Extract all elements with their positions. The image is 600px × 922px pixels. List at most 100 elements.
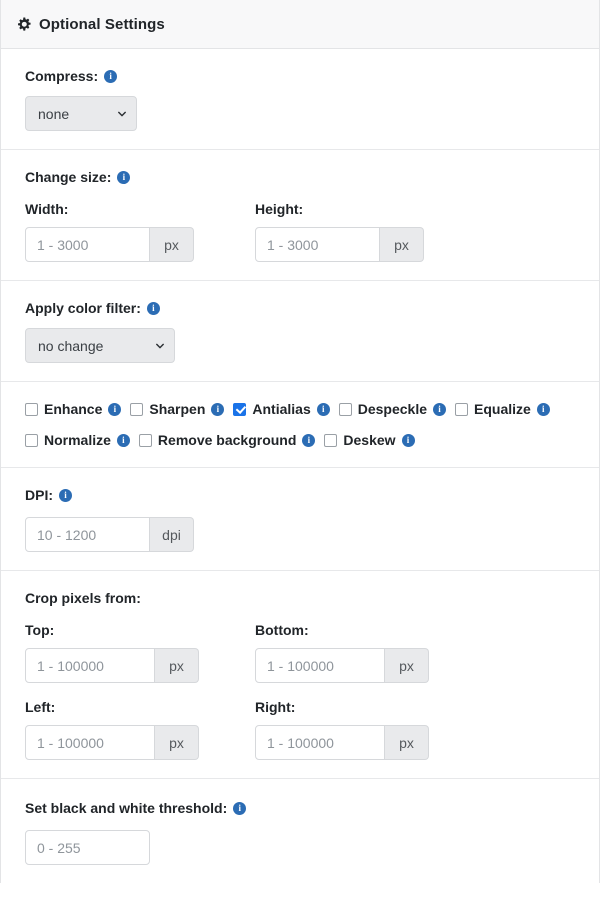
threshold-input[interactable] bbox=[25, 830, 150, 865]
checkbox-deskew[interactable] bbox=[324, 433, 338, 447]
dpi-unit-suffix: dpi bbox=[150, 517, 194, 552]
crop-top-group: Top: px bbox=[25, 621, 231, 683]
info-icon[interactable]: i bbox=[401, 433, 415, 447]
crop-right-input-group: px bbox=[255, 725, 429, 760]
gear-icon bbox=[17, 17, 31, 31]
width-field-group: Width: px bbox=[25, 200, 231, 262]
checkbox-label-antialias: Antialias bbox=[252, 401, 311, 417]
threshold-label-row: Set black and white threshold: i bbox=[25, 799, 575, 817]
height-label: Height: bbox=[255, 201, 304, 217]
info-icon[interactable]: i bbox=[211, 402, 225, 416]
width-input-group: px bbox=[25, 227, 194, 262]
crop-left-unit-suffix: px bbox=[155, 725, 199, 760]
checkbox-antialias[interactable] bbox=[233, 402, 247, 416]
section-crop: Crop pixels from: Top: px Bottom: px Lef… bbox=[1, 571, 599, 779]
width-input[interactable] bbox=[25, 227, 150, 262]
checkbox-item-deskew[interactable]: Deskew i bbox=[324, 429, 415, 451]
crop-left-input[interactable] bbox=[25, 725, 155, 760]
info-icon[interactable]: i bbox=[104, 69, 118, 83]
checkbox-label-equalize: Equalize bbox=[474, 401, 531, 417]
checkbox-item-enhance[interactable]: Enhance i bbox=[25, 398, 122, 420]
info-icon[interactable]: i bbox=[302, 433, 316, 447]
section-image-toggles: Enhance i Sharpen i Antialias i Despeckl… bbox=[1, 382, 599, 468]
compress-label-row: Compress: i bbox=[25, 67, 575, 85]
crop-bottom-input-group: px bbox=[255, 648, 429, 683]
compress-label: Compress: bbox=[25, 68, 99, 84]
crop-right-label: Right: bbox=[255, 699, 296, 715]
threshold-label: Set black and white threshold: bbox=[25, 800, 228, 816]
height-unit-suffix: px bbox=[380, 227, 424, 262]
checkbox-label-normalize: Normalize bbox=[44, 432, 111, 448]
checkbox-enhance[interactable] bbox=[25, 402, 38, 416]
section-color-filter: Apply color filter: i no change bbox=[1, 281, 599, 382]
info-icon[interactable]: i bbox=[146, 301, 160, 315]
height-input[interactable] bbox=[255, 227, 380, 262]
crop-title: Crop pixels from: bbox=[25, 590, 141, 606]
checkbox-item-remove-background[interactable]: Remove background i bbox=[138, 429, 316, 451]
checkbox-item-antialias[interactable]: Antialias i bbox=[233, 398, 330, 420]
optional-settings-panel: Optional Settings Compress: i none Chang… bbox=[0, 0, 600, 883]
checkbox-item-equalize[interactable]: Equalize i bbox=[455, 398, 550, 420]
color-filter-select-wrap: no change bbox=[25, 328, 175, 363]
compress-select-value: none bbox=[38, 105, 70, 122]
checkbox-label-sharpen: Sharpen bbox=[149, 401, 206, 417]
info-icon[interactable]: i bbox=[117, 170, 131, 184]
checkbox-item-despeckle[interactable]: Despeckle i bbox=[338, 398, 447, 420]
crop-bottom-input[interactable] bbox=[255, 648, 385, 683]
panel-header: Optional Settings bbox=[1, 0, 599, 49]
crop-right-unit-suffix: px bbox=[385, 725, 429, 760]
width-label: Width: bbox=[25, 201, 69, 217]
crop-row-left-right: Left: px Right: px bbox=[25, 698, 575, 760]
crop-bottom-label: Bottom: bbox=[255, 622, 309, 638]
dpi-input[interactable] bbox=[25, 517, 150, 552]
height-field-group: Height: px bbox=[255, 200, 461, 262]
checkbox-normalize[interactable] bbox=[25, 433, 38, 447]
info-icon[interactable]: i bbox=[316, 402, 330, 416]
crop-left-input-group: px bbox=[25, 725, 199, 760]
section-dpi: DPI: i dpi bbox=[1, 468, 599, 571]
color-filter-label-row: Apply color filter: i bbox=[25, 299, 575, 317]
width-unit-suffix: px bbox=[150, 227, 194, 262]
section-threshold: Set black and white threshold: i bbox=[1, 779, 599, 883]
checkbox-item-sharpen[interactable]: Sharpen i bbox=[130, 398, 225, 420]
checkbox-remove-background[interactable] bbox=[138, 433, 152, 447]
dpi-input-group: dpi bbox=[25, 517, 194, 552]
crop-top-label: Top: bbox=[25, 622, 55, 638]
checkbox-despeckle[interactable] bbox=[338, 402, 352, 416]
section-change-size: Change size: i Width: px Height: px bbox=[1, 150, 599, 281]
crop-left-label: Left: bbox=[25, 699, 56, 715]
info-icon[interactable]: i bbox=[536, 402, 550, 416]
page-title: Optional Settings bbox=[39, 15, 165, 33]
crop-bottom-group: Bottom: px bbox=[255, 621, 461, 683]
crop-bottom-unit-suffix: px bbox=[385, 648, 429, 683]
color-filter-select[interactable]: no change bbox=[25, 328, 175, 363]
info-icon[interactable]: i bbox=[233, 801, 247, 815]
color-filter-select-value: no change bbox=[38, 337, 104, 354]
toggle-row-2: Normalize i Remove background i Deskew i bbox=[25, 429, 575, 451]
height-input-group: px bbox=[255, 227, 424, 262]
checkbox-equalize[interactable] bbox=[455, 402, 469, 416]
toggle-row-1: Enhance i Sharpen i Antialias i Despeckl… bbox=[25, 398, 575, 420]
compress-select-wrap: none bbox=[25, 96, 137, 131]
crop-top-input-group: px bbox=[25, 648, 199, 683]
crop-right-group: Right: px bbox=[255, 698, 461, 760]
crop-left-group: Left: px bbox=[25, 698, 231, 760]
crop-right-input[interactable] bbox=[255, 725, 385, 760]
checkbox-sharpen[interactable] bbox=[130, 402, 144, 416]
checkbox-label-despeckle: Despeckle bbox=[357, 401, 428, 417]
crop-top-input[interactable] bbox=[25, 648, 155, 683]
dpi-label-row: DPI: i bbox=[25, 486, 575, 504]
info-icon[interactable]: i bbox=[116, 433, 130, 447]
checkbox-label-remove-background: Remove background bbox=[157, 432, 297, 448]
info-icon[interactable]: i bbox=[433, 402, 447, 416]
compress-select[interactable]: none bbox=[25, 96, 137, 131]
info-icon[interactable]: i bbox=[108, 402, 122, 416]
checkbox-item-normalize[interactable]: Normalize i bbox=[25, 429, 130, 451]
threshold-input-group bbox=[25, 830, 150, 865]
info-icon[interactable]: i bbox=[59, 488, 72, 502]
change-size-label: Change size: bbox=[25, 169, 112, 185]
size-fields-row: Width: px Height: px bbox=[25, 200, 575, 262]
checkbox-label-enhance: Enhance bbox=[44, 401, 103, 417]
dpi-label: DPI: bbox=[25, 487, 53, 503]
checkbox-label-deskew: Deskew bbox=[343, 432, 396, 448]
